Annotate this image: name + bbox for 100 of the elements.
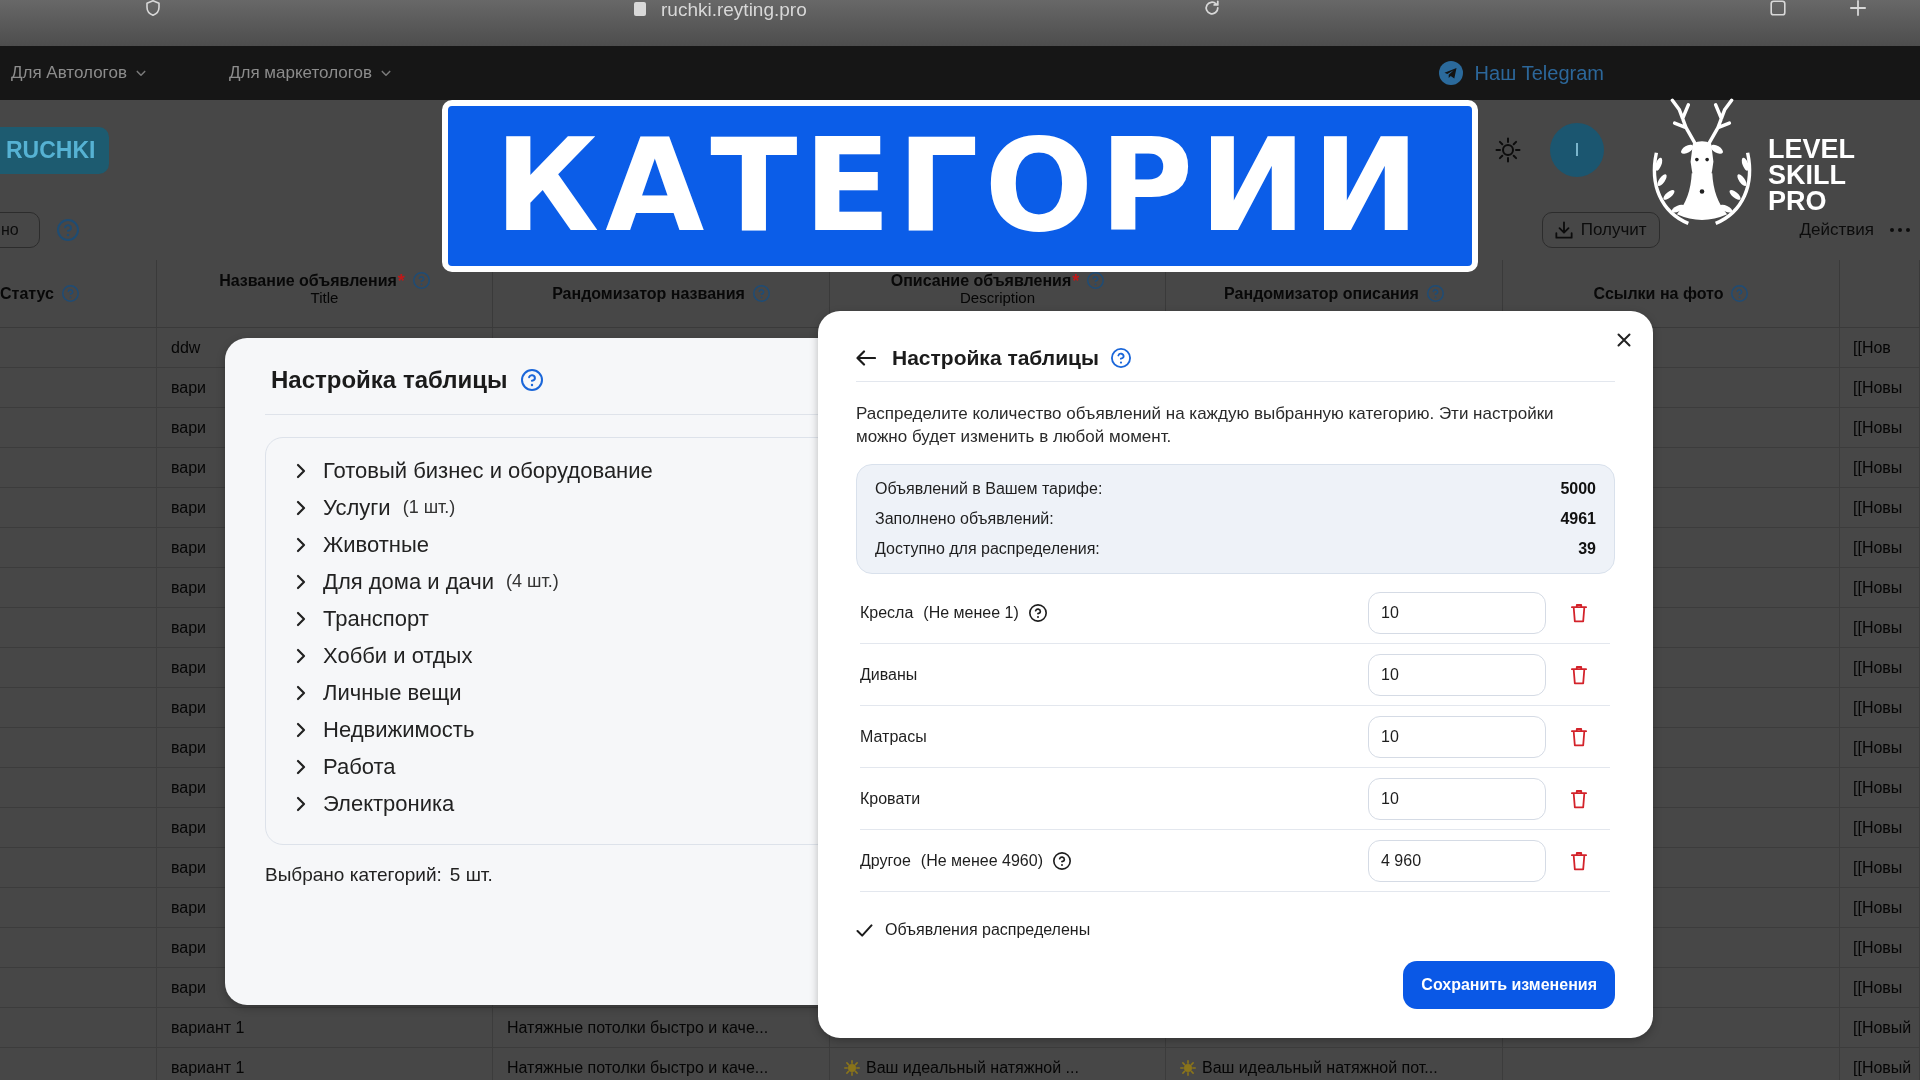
trash-icon[interactable] bbox=[1571, 850, 1587, 871]
reload-icon[interactable] bbox=[1204, 0, 1220, 16]
description-text: Ваш идеальный натяжной ... bbox=[866, 1057, 1079, 1078]
template-text: [[Новы bbox=[1853, 417, 1903, 438]
category-name: Кресла bbox=[860, 602, 914, 623]
more-dots-icon bbox=[1890, 228, 1910, 232]
quota-label: Объявлений в Вашем тарифе: bbox=[875, 479, 1103, 499]
paper-plane-icon bbox=[1438, 61, 1463, 85]
column-subheader: Description bbox=[960, 289, 1035, 306]
url-text[interactable]: ruchki.reyting.pro bbox=[661, 0, 807, 20]
ad-title-text: вари bbox=[171, 457, 207, 478]
category-item[interactable]: Личные вещи bbox=[296, 674, 462, 711]
title-variant-text: Натяжные потолки быстро и каче... bbox=[507, 1017, 769, 1038]
instruction-text: Распределите количество объявлений на каждую выбранную категорию. Эти настройки можно будет изменить в любой момент. bbox=[856, 403, 1555, 448]
quantity-input[interactable]: 10 bbox=[1368, 653, 1546, 696]
template-text: [[Новый bbox=[1853, 1017, 1912, 1038]
trash-icon[interactable] bbox=[1571, 664, 1587, 685]
selected-categories-text: Выбрано категорий: 5 шт. bbox=[265, 863, 493, 887]
quantity-input[interactable]: 10 bbox=[1368, 591, 1546, 634]
sun-icon bbox=[1180, 1059, 1196, 1076]
download-icon bbox=[1554, 221, 1573, 239]
nav-menu-button[interactable]: Для маркетологов bbox=[229, 60, 392, 86]
nav-menu-button[interactable]: Для Автологов bbox=[11, 60, 146, 86]
plus-icon[interactable] bbox=[1850, 0, 1866, 16]
ad-title-text: вари bbox=[171, 617, 207, 638]
category-name: Другое bbox=[860, 850, 911, 871]
required-asterisk: * bbox=[1072, 271, 1080, 290]
category-item[interactable]: Хобби и отдых bbox=[296, 637, 473, 674]
close-icon[interactable] bbox=[1617, 333, 1631, 347]
quota-value: 4961 bbox=[1560, 509, 1596, 529]
quantity-input[interactable]: 10 bbox=[1368, 777, 1546, 820]
minimum-hint: (Не менее 1) bbox=[923, 602, 1019, 623]
trash-icon[interactable] bbox=[1571, 602, 1587, 623]
ad-title-text: вариант 1 bbox=[171, 1057, 245, 1078]
trash-icon[interactable] bbox=[1571, 788, 1587, 809]
template-text: [[Новы bbox=[1853, 777, 1903, 798]
description-variant-text: Ваш идеальный натяжной пот... bbox=[1202, 1057, 1438, 1078]
category-item[interactable]: Для дома и дачи (4 шт.) bbox=[296, 563, 559, 600]
ad-title-text: вари bbox=[171, 417, 207, 438]
dialog-title: Настройка таблицы bbox=[892, 345, 1099, 372]
template-text: [[Новы bbox=[1853, 897, 1903, 918]
category-item[interactable]: Работа bbox=[296, 748, 396, 785]
site-logo[interactable]: RUCHKI bbox=[0, 126, 109, 174]
required-asterisk: * bbox=[397, 271, 405, 290]
quota-label: Заполнено объявлений: bbox=[875, 509, 1054, 529]
save-button[interactable]: Сохранить изменения bbox=[1403, 961, 1615, 1009]
user-avatar[interactable]: I bbox=[1550, 123, 1604, 177]
page-icon bbox=[634, 2, 646, 16]
ad-title-text: вари bbox=[171, 857, 207, 878]
trash-icon[interactable] bbox=[1571, 726, 1587, 747]
ad-title-text: вари bbox=[171, 577, 207, 598]
ad-title-text: вари bbox=[171, 817, 207, 838]
ad-title-text: вариант 1 bbox=[171, 1017, 245, 1038]
category-item[interactable]: Готовый бизнес и оборудование bbox=[296, 452, 653, 489]
ad-title-text: вари bbox=[171, 977, 207, 998]
back-arrow-icon[interactable] bbox=[856, 350, 876, 366]
template-text: [[Новы bbox=[1853, 737, 1903, 758]
template-text: [[Новы bbox=[1853, 377, 1903, 398]
template-text: [[Новы bbox=[1853, 457, 1903, 478]
template-text: [[Новы bbox=[1853, 577, 1903, 598]
telegram-link[interactable]: Наш Telegram bbox=[1438, 58, 1604, 88]
ad-title-text: вари bbox=[171, 777, 207, 798]
category-name: Кровати bbox=[860, 788, 921, 809]
category-item[interactable]: Электроника bbox=[296, 785, 455, 822]
ad-title-text: вари bbox=[171, 657, 207, 678]
shield-icon[interactable] bbox=[144, 0, 162, 16]
ad-title-text: вари bbox=[171, 737, 207, 758]
category-item[interactable]: Услуги (1 шт.) bbox=[296, 489, 456, 526]
sun-icon bbox=[844, 1059, 860, 1076]
template-text: [[Новы bbox=[1853, 617, 1903, 638]
quantity-input[interactable]: 10 bbox=[1368, 715, 1546, 758]
help-icon[interactable] bbox=[1052, 851, 1071, 870]
template-text: [[Новы bbox=[1853, 697, 1903, 718]
title-banner: КАТЕГОРИИ bbox=[442, 100, 1478, 272]
quota-label: Доступно для распределения: bbox=[875, 539, 1100, 559]
chevron-down-icon bbox=[135, 69, 146, 77]
tabs-icon[interactable] bbox=[1768, 0, 1788, 16]
column-subheader: Title bbox=[310, 289, 339, 306]
category-item[interactable]: Транспорт bbox=[296, 600, 429, 637]
help-icon[interactable] bbox=[1028, 603, 1047, 622]
template-text: [[Новы bbox=[1853, 977, 1903, 998]
minimum-hint: (Не менее 4960) bbox=[920, 850, 1043, 871]
template-text: [[Новы bbox=[1853, 497, 1903, 518]
template-text: [[Новы bbox=[1853, 817, 1903, 838]
template-text: [[Новы bbox=[1853, 657, 1903, 678]
ad-title-text: вари bbox=[171, 377, 207, 398]
category-item[interactable]: Животные bbox=[296, 526, 430, 563]
category-name: Матрасы bbox=[860, 726, 927, 747]
quota-value: 5000 bbox=[1560, 479, 1596, 499]
ad-title-text: вари bbox=[171, 697, 207, 718]
dialog-title: Настройка таблицы bbox=[271, 365, 508, 395]
template-text: [[Новы bbox=[1853, 857, 1903, 878]
template-text: [[Новый bbox=[1853, 1057, 1912, 1078]
ad-title-text: вари bbox=[171, 537, 207, 558]
template-text: [[Новы bbox=[1853, 537, 1903, 558]
ad-title-text: вари bbox=[171, 937, 207, 958]
category-item[interactable]: Недвижимость bbox=[296, 711, 475, 748]
title-variant-text: Натяжные потолки быстро и каче... bbox=[507, 1057, 769, 1078]
quantity-input[interactable]: 4 960 bbox=[1368, 839, 1546, 882]
chevron-down-icon bbox=[381, 69, 392, 77]
